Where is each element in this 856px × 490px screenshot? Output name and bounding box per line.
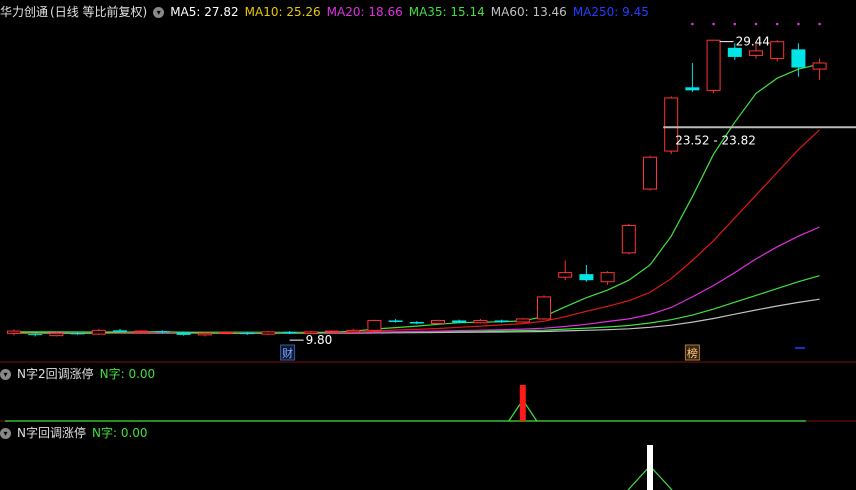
signal-dot	[754, 22, 758, 26]
signal-dot	[691, 22, 694, 26]
candle-body	[7, 330, 21, 334]
candle-body	[28, 334, 43, 336]
candle-body	[431, 319, 445, 324]
candle-body	[706, 39, 721, 91]
candle-body	[749, 50, 763, 56]
candle-body	[621, 225, 636, 254]
candle-body	[812, 62, 827, 70]
candle-body	[346, 329, 361, 333]
tag-cai: 财	[282, 346, 293, 360]
candle-body	[600, 272, 615, 283]
candle-body	[367, 319, 382, 331]
ma-line-ma60	[14, 298, 820, 334]
candle-body	[113, 330, 127, 332]
panel2-header: ▾ N字2回调涨停 N字: 0.00	[0, 365, 161, 383]
candle-body	[579, 274, 594, 281]
candle-body	[494, 320, 509, 322]
ma-line-ma10	[13, 129, 821, 334]
panel3-header: ▾ N字回调涨停 N字: 0.00	[0, 424, 154, 442]
signal-dot	[712, 22, 715, 26]
tag-bang: 榜	[687, 346, 698, 360]
panel2-settings-icon[interactable]: ▾	[0, 369, 11, 380]
candle-body	[155, 331, 170, 333]
candle-body	[49, 332, 64, 337]
candle-body	[643, 156, 657, 190]
signal-dot	[775, 22, 779, 26]
low-label: 9.80	[306, 333, 333, 347]
candle-body	[197, 332, 212, 336]
panel2-value: N字: 0.00	[99, 367, 156, 381]
candle-body	[91, 329, 106, 335]
panel3-title: N字回调涨停	[17, 426, 86, 440]
panel3-signal-bar	[647, 445, 653, 490]
candle-body	[219, 332, 233, 335]
candle-body	[325, 330, 339, 333]
signal-dot	[818, 22, 821, 26]
chart-svg: 23.52 - 23.82 29.44 9.80 财 榜	[0, 22, 856, 490]
kline-chart[interactable]: 华力创通 (日线 等比前复权) ▾ MA5: 27.82 MA10: 25.26 MA20…	[0, 0, 856, 490]
candle-body	[727, 47, 742, 57]
candle-body	[515, 318, 530, 323]
candle-body	[70, 333, 85, 335]
candle-body	[409, 321, 424, 324]
candle-body	[770, 41, 785, 59]
candle-body	[473, 319, 488, 324]
candle-body	[240, 332, 255, 335]
candle-body	[261, 331, 276, 335]
candle-body	[134, 330, 149, 333]
candle-body	[558, 272, 573, 278]
candle-body	[452, 320, 467, 323]
candle-body	[176, 332, 191, 335]
high-label: 29.44	[736, 35, 770, 49]
candle-body	[537, 296, 551, 320]
panel2-signal-bar	[519, 385, 526, 421]
candle-body	[791, 49, 806, 68]
candle-body	[282, 331, 297, 334]
panel2-title: N字2回调涨停	[17, 367, 94, 381]
candle-body	[388, 320, 403, 322]
panel3-settings-icon[interactable]: ▾	[0, 428, 11, 439]
signal-dot	[797, 22, 800, 26]
panel3-value: N字: 0.00	[91, 426, 148, 440]
zone-label: 23.52 - 23.82	[675, 133, 756, 147]
candle-body	[685, 87, 700, 91]
ma-line-ma20	[14, 226, 820, 334]
signal-dot	[733, 22, 737, 26]
